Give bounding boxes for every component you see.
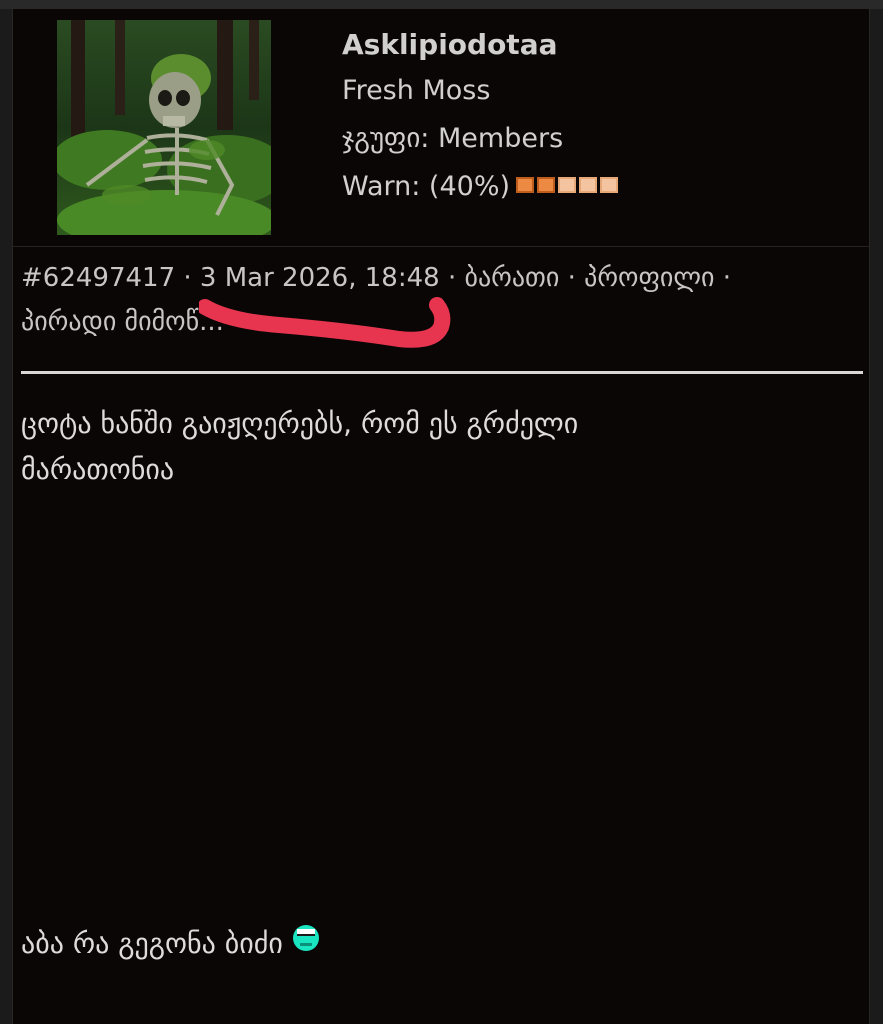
post-body-line: მარათონია <box>21 453 175 486</box>
post-meta: #62497417 · 3 Mar 2026, 18:48 · ბარათი ·… <box>21 263 732 337</box>
card-link[interactable]: ბარათი <box>464 263 559 293</box>
warn-box <box>558 176 577 193</box>
signature-text: აბა რა გეგონა ბიძი <box>21 927 283 960</box>
warn-box <box>516 176 535 193</box>
user-rank: Fresh Moss <box>342 75 491 106</box>
user-avatar[interactable] <box>57 20 271 235</box>
warn-label: Warn: (40%) <box>342 171 511 202</box>
private-message-link[interactable]: პირადი მიმოწ... <box>21 307 224 337</box>
user-info: Asklipiodotaa Fresh Moss ჯგუფი: Members … <box>342 23 621 212</box>
profile-link[interactable]: პროფილი <box>584 263 714 293</box>
group-value: Members <box>438 123 564 154</box>
cyan-smiley-icon <box>291 920 321 966</box>
warn-box <box>579 176 598 193</box>
username[interactable]: Asklipiodotaa <box>342 23 621 67</box>
post-body: ცოტა ხანში გაიჟღერებს, რომ ეს გრძელი მარ… <box>21 401 851 493</box>
warn-level-bar <box>516 161 621 209</box>
post-date: 3 Mar 2026, 18:48 <box>199 263 440 293</box>
top-strip <box>0 0 883 9</box>
user-group: ჯგუფი: Members <box>342 115 621 163</box>
warn-box <box>600 176 619 193</box>
post-divider <box>21 371 863 374</box>
warn-row: Warn: (40%) <box>342 163 621 212</box>
skeleton-in-moss-image <box>57 20 271 235</box>
post-id[interactable]: #62497417 <box>21 263 175 293</box>
post-signature: აბა რა გეგონა ბიძი <box>21 921 321 968</box>
group-label: ჯგუფი: <box>342 123 430 154</box>
header-separator <box>13 246 869 247</box>
post-body-line: ცოტა ხანში გაიჟღერებს, რომ ეს გრძელი <box>21 407 579 440</box>
forum-post: Asklipiodotaa Fresh Moss ჯგუფი: Members … <box>12 9 870 1024</box>
warn-box <box>537 176 556 193</box>
